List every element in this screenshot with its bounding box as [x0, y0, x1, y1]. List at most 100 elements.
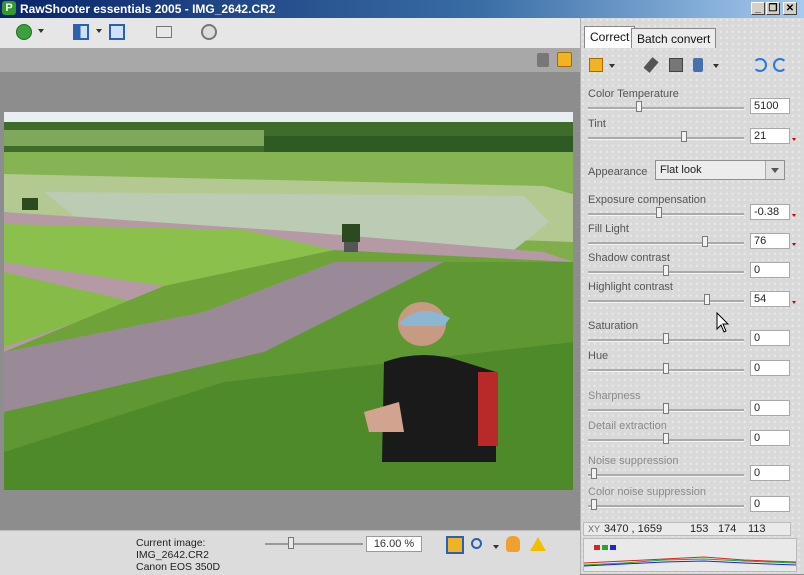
camera-icon[interactable] [669, 58, 683, 72]
histogram-graph [584, 556, 796, 567]
slider-label: Detail extraction [588, 420, 667, 432]
slider-track[interactable] [588, 213, 744, 216]
slider-row-tint: Tint 21 [588, 118, 798, 148]
slider-label: Tint [588, 118, 606, 130]
slider-row-shadow-contrast: Shadow contrast 0 [588, 252, 798, 282]
adjusted-marker-icon [792, 138, 796, 141]
slider-value[interactable]: 0 [750, 330, 790, 346]
rotate-right-icon[interactable] [773, 58, 787, 72]
camera-model: Canon EOS 350D [136, 561, 221, 573]
slider-track[interactable] [588, 505, 744, 508]
slider-value[interactable]: -0.38 [750, 204, 790, 220]
slider-handle[interactable] [663, 363, 669, 374]
slider-value[interactable]: 0 [750, 430, 790, 446]
slider-handle[interactable] [663, 433, 669, 444]
slider-value[interactable]: 0 [750, 262, 790, 278]
slider-value[interactable]: 0 [750, 360, 790, 376]
chevron-down-icon[interactable] [713, 64, 719, 68]
fit-to-window-icon[interactable] [446, 536, 464, 554]
appearance-value: Flat look [660, 164, 702, 176]
slider-handle[interactable] [656, 207, 662, 218]
adjusted-marker-icon [792, 214, 796, 217]
app-logo-icon: P [2, 1, 16, 15]
mouse-cursor-icon [716, 312, 730, 333]
zoom-value[interactable]: 16.00 % [366, 536, 422, 552]
slider-label: Shadow contrast [588, 252, 670, 264]
slider-label: Noise suppression [588, 455, 679, 467]
xy-coordinates: 3470 , 1659 [604, 523, 663, 535]
slider-value[interactable]: 76 [750, 233, 790, 249]
main-toolbar [0, 18, 580, 48]
pixel-readout: XY 3470 , 1659 153 174 113 [583, 522, 791, 536]
check-icon[interactable] [16, 24, 32, 40]
tab-correct[interactable]: Correct [584, 26, 636, 48]
slider-value[interactable]: 21 [750, 128, 790, 144]
slider-handle[interactable] [663, 265, 669, 276]
image-viewer[interactable] [0, 72, 580, 530]
gear-icon[interactable] [201, 24, 217, 40]
chevron-down-icon[interactable] [765, 161, 784, 179]
slider-label: Fill Light [588, 223, 629, 235]
slider-handle[interactable] [636, 101, 642, 112]
zoom-icon[interactable] [471, 538, 482, 549]
zoom-slider[interactable] [265, 543, 363, 545]
slider-track[interactable] [588, 300, 744, 303]
slider-row-saturation: Saturation 0 [588, 320, 798, 350]
zoom-slider-handle[interactable] [288, 537, 294, 549]
slider-track[interactable] [588, 474, 744, 477]
tab-batch-convert[interactable]: Batch convert [631, 28, 717, 48]
slider-handle[interactable] [663, 333, 669, 344]
chevron-down-icon[interactable] [493, 545, 499, 549]
slider-label: Color noise suppression [588, 486, 707, 498]
slider-label: Exposure compensation [588, 194, 707, 206]
slider-value[interactable]: 5100 [750, 98, 790, 114]
slider-value[interactable]: 54 [750, 291, 790, 307]
adjusted-marker-icon [792, 301, 796, 304]
current-image-filename: IMG_2642.CR2 [136, 549, 209, 561]
chevron-down-icon[interactable] [38, 29, 44, 33]
chevron-down-icon[interactable] [609, 64, 615, 68]
slider-row-color-temperature: Color Temperature 5100 [588, 88, 798, 118]
appearance-label: Appearance [588, 166, 648, 178]
slider-label: Color Temperature [588, 88, 679, 100]
slider-row-sharpness: Sharpness 0 [588, 390, 798, 420]
split-view-icon[interactable] [73, 24, 89, 40]
adjustment-panel: Correct Batch convert Color Temperature 5… [580, 18, 804, 574]
restore-button[interactable]: ❐ [766, 2, 780, 15]
slider-track[interactable] [588, 242, 744, 245]
slider-handle[interactable] [591, 499, 597, 510]
single-view-icon[interactable] [109, 24, 125, 40]
chevron-down-icon[interactable] [96, 29, 102, 33]
slider-handle[interactable] [681, 131, 687, 142]
slider-handle[interactable] [663, 403, 669, 414]
slider-track[interactable] [588, 107, 744, 110]
slider-row-exposure-compensation: Exposure compensation -0.38 [588, 194, 798, 224]
add-to-queue-icon[interactable] [557, 52, 572, 67]
slider-value[interactable]: 0 [750, 496, 790, 512]
brush-icon[interactable] [693, 58, 703, 72]
panel-toolbar [581, 52, 804, 78]
slider-label: Saturation [588, 320, 639, 332]
slider-handle[interactable] [704, 294, 710, 305]
red-value: 153 [690, 523, 709, 535]
clipboard-icon[interactable] [589, 58, 603, 72]
close-button[interactable]: ✕ [783, 2, 797, 15]
slider-track[interactable] [588, 137, 744, 140]
current-image-label: Current image: [136, 537, 206, 549]
hand-tool-icon[interactable] [506, 536, 520, 552]
slider-handle[interactable] [591, 468, 597, 479]
warning-icon[interactable] [530, 537, 546, 551]
minimize-button[interactable]: _ [751, 2, 765, 15]
slider-value[interactable]: 0 [750, 465, 790, 481]
slider-handle[interactable] [702, 236, 708, 247]
eyedropper-icon[interactable] [643, 57, 659, 73]
slider-row-highlight-contrast: Highlight contrast 54 [588, 281, 798, 311]
slider-row-detail-extraction: Detail extraction 0 [588, 420, 798, 450]
preview-image[interactable] [4, 112, 573, 490]
slider-row-noise-suppression: Noise suppression 0 [588, 455, 798, 485]
monitor-icon[interactable] [156, 26, 172, 38]
appearance-select[interactable]: Flat look [655, 160, 785, 180]
slider-value[interactable]: 0 [750, 400, 790, 416]
rotate-left-icon[interactable] [753, 58, 767, 72]
stack-icon[interactable] [537, 53, 549, 67]
